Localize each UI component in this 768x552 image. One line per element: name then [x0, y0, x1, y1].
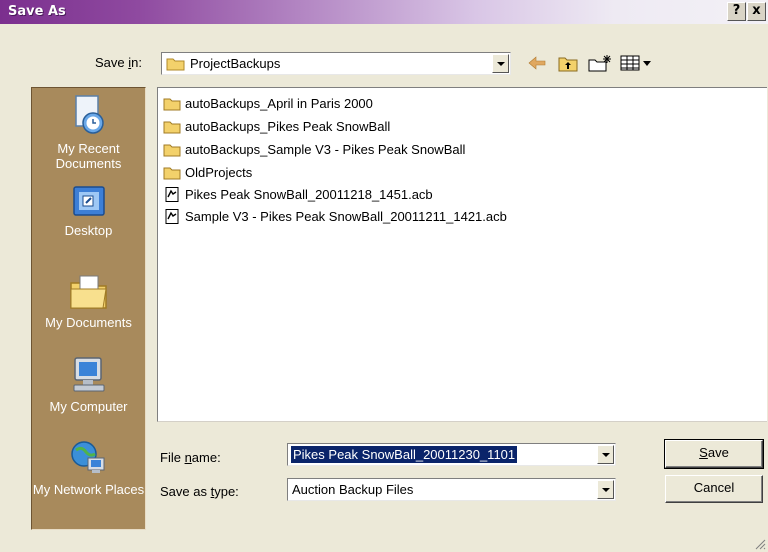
folder-icon: [166, 58, 185, 71]
file-name: autoBackups_Sample V3 - Pikes Peak SnowB…: [185, 142, 466, 157]
views-menu-icon[interactable]: [620, 54, 654, 72]
save-in-dropdown[interactable]: ProjectBackups: [161, 52, 511, 75]
my-computer-icon: [73, 357, 104, 392]
save-as-type-label: Save as type:: [160, 484, 239, 499]
document-icon: [165, 209, 179, 224]
title-bar[interactable]: Save As ? x: [0, 0, 768, 24]
file-name: Sample V3 - Pikes Peak SnowBall_20011211…: [185, 209, 507, 224]
file-name: Pikes Peak SnowBall_20011218_1451.acb: [185, 187, 433, 202]
place-my-network-places[interactable]: My Network Places: [32, 438, 145, 497]
window-title: Save As: [8, 4, 66, 19]
place-label: Desktop: [64, 223, 113, 238]
file-name: autoBackups_Pikes Peak SnowBall: [185, 119, 391, 134]
chevron-down-icon[interactable]: [597, 445, 614, 464]
place-label: My Network Places: [32, 482, 145, 497]
file-name: OldProjects: [185, 165, 253, 180]
folder-icon: [163, 98, 181, 111]
desktop-icon: [72, 186, 105, 216]
resize-grip-icon[interactable]: [754, 538, 766, 550]
file-name: autoBackups_April in Paris 2000: [185, 96, 373, 111]
chevron-down-icon[interactable]: [492, 54, 509, 73]
place-desktop[interactable]: Desktop: [32, 185, 145, 238]
folder-icon: [163, 144, 181, 157]
up-folder-icon[interactable]: [558, 54, 578, 72]
file-name-label: File name:: [160, 450, 221, 465]
place-my-recent-documents[interactable]: My Recent Documents: [32, 93, 145, 171]
cancel-button[interactable]: Cancel: [665, 475, 763, 503]
help-button[interactable]: ?: [727, 2, 746, 21]
save-in-value: ProjectBackups: [190, 56, 281, 71]
place-label: My Computer: [49, 399, 128, 414]
close-button[interactable]: x: [747, 2, 766, 21]
folder-icon: [163, 121, 181, 134]
file-name-field[interactable]: Pikes Peak SnowBall_20011230_1101: [287, 443, 616, 466]
save-as-type-dropdown[interactable]: Auction Backup Files: [287, 478, 616, 501]
new-folder-icon[interactable]: [588, 54, 612, 72]
place-my-documents[interactable]: My Documents: [32, 271, 145, 330]
place-my-computer[interactable]: My Computer: [32, 355, 145, 414]
document-icon: [165, 187, 179, 202]
places-bar: My Recent Documents Desktop My Documents…: [31, 87, 146, 530]
save-as-type-value: Auction Backup Files: [292, 482, 414, 497]
network-places-icon: [70, 441, 104, 473]
place-label: My Recent Documents: [55, 141, 122, 171]
save-in-label: Save in:: [95, 55, 142, 70]
back-arrow-icon[interactable]: [527, 54, 547, 72]
chevron-down-icon[interactable]: [597, 480, 614, 499]
save-button[interactable]: Save: [664, 439, 764, 469]
place-label: My Documents: [45, 315, 132, 330]
my-documents-icon: [69, 275, 107, 309]
recent-documents-icon: [74, 95, 104, 134]
file-list[interactable]: autoBackups_April in Paris 2000 autoBack…: [157, 87, 767, 422]
file-name-value: Pikes Peak SnowBall_20011230_1101: [291, 446, 518, 463]
folder-icon: [163, 167, 181, 180]
